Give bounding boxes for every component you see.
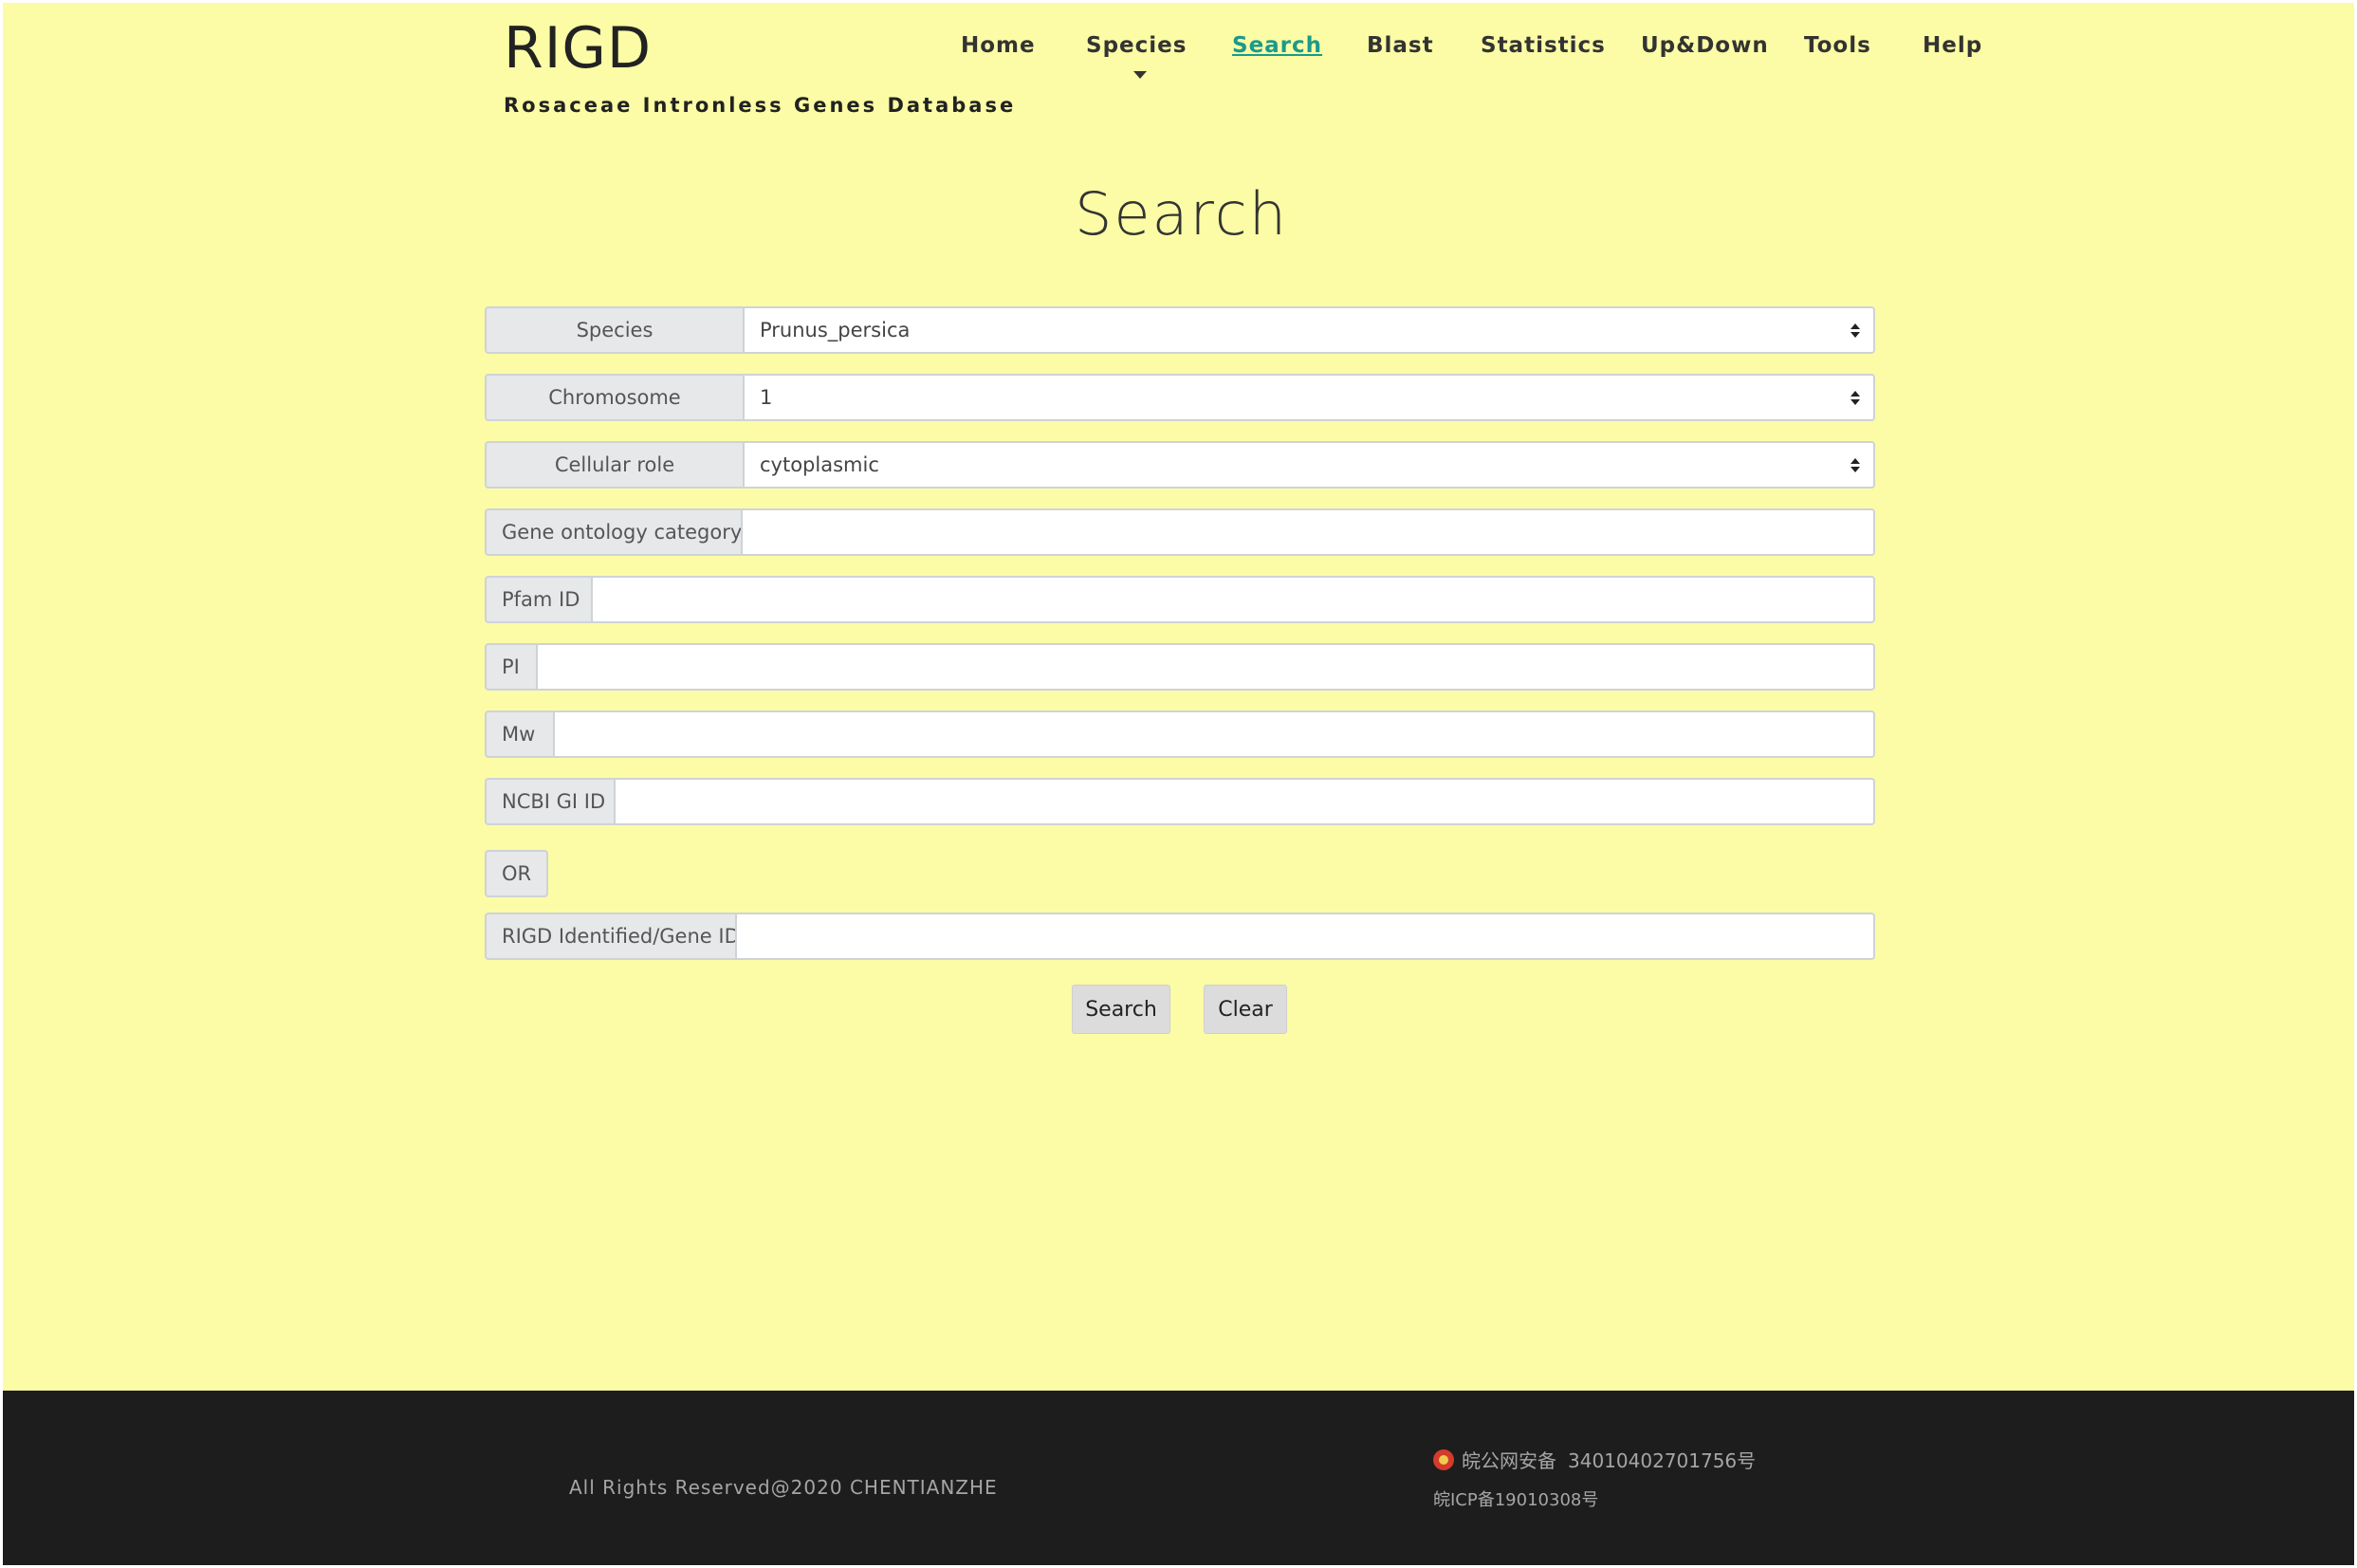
or-separator: OR: [485, 850, 549, 897]
pi-label: PI: [485, 643, 536, 691]
chromosome-row: Chromosome 1: [485, 374, 1875, 421]
pfam-id-field[interactable]: [591, 576, 1875, 623]
ncbi-gi-id-input[interactable]: [631, 780, 1873, 823]
rigd-gene-id-input[interactable]: [752, 914, 1873, 958]
ncbi-gi-id-row: NCBI GI ID: [485, 778, 1875, 825]
pi-field[interactable]: [536, 643, 1875, 691]
go-category-label: Gene ontology category: [485, 508, 742, 556]
search-button[interactable]: Search: [1072, 985, 1170, 1034]
nav-tools[interactable]: Tools: [1804, 33, 1871, 58]
species-select[interactable]: Prunus_persica: [743, 306, 1875, 354]
pfam-id-label: Pfam ID: [485, 576, 591, 623]
cellular-role-selected-value: cytoplasmic: [760, 453, 879, 476]
footer: All Rights Reserved@2020 CHENTIANZHE 皖公网…: [3, 1391, 2354, 1565]
logo-subtitle: Rosaceae Intronless Genes Database: [504, 94, 1017, 117]
species-label: Species: [485, 306, 743, 354]
go-category-input[interactable]: [758, 510, 1873, 554]
pi-row: PI: [485, 643, 1875, 691]
species-selected-value: Prunus_persica: [760, 319, 911, 341]
ncbi-gi-id-field[interactable]: [614, 778, 1875, 825]
ncbi-gi-id-label: NCBI GI ID: [485, 778, 614, 825]
rigd-gene-id-field[interactable]: [735, 913, 1875, 960]
rigd-gene-id-label: RIGD Identified/Gene ID: [485, 913, 740, 960]
beian-number: 34010402701756号: [1568, 1449, 1757, 1472]
public-security-record[interactable]: 皖公网安备 34010402701756号: [1433, 1446, 1756, 1473]
mw-field[interactable]: [553, 710, 1875, 758]
beian-label: 皖公网安备: [1462, 1449, 1556, 1472]
chromosome-selected-value: 1: [760, 386, 773, 409]
chevron-down-icon: [1133, 71, 1147, 79]
page-background: RIGD Rosaceae Intronless Genes Database …: [3, 3, 2354, 1391]
nav-home[interactable]: Home: [961, 33, 1036, 58]
nav-species[interactable]: Species: [1086, 33, 1188, 79]
select-arrows-icon: [1851, 390, 1860, 409]
pi-input[interactable]: [553, 645, 1873, 689]
cellular-role-label: Cellular role: [485, 441, 743, 489]
page-title: Search: [1074, 179, 1288, 249]
go-category-row: Gene ontology category: [485, 508, 1875, 556]
copyright-text: All Rights Reserved@2020 CHENTIANZHE: [569, 1476, 998, 1499]
select-arrows-icon: [1851, 457, 1860, 476]
pfam-id-row: Pfam ID: [485, 576, 1875, 623]
beian-block: 皖公网安备 34010402701756号 皖ICP备19010308号: [1433, 1446, 1756, 1511]
nav-blast[interactable]: Blast: [1367, 33, 1434, 58]
cellular-role-select[interactable]: cytoplasmic: [743, 441, 1875, 489]
select-arrows-icon: [1851, 323, 1860, 341]
species-row: Species Prunus_persica: [485, 306, 1875, 354]
icp-record[interactable]: 皖ICP备19010308号: [1433, 1486, 1756, 1511]
clear-button[interactable]: Clear: [1204, 985, 1287, 1034]
police-badge-icon: [1433, 1448, 1454, 1470]
nav-search[interactable]: Search: [1232, 33, 1322, 58]
mw-label: Mw: [485, 710, 553, 758]
chromosome-label: Chromosome: [485, 374, 743, 421]
mw-input[interactable]: [570, 712, 1873, 756]
pfam-id-input[interactable]: [608, 578, 1873, 621]
mw-row: Mw: [485, 710, 1875, 758]
go-category-field[interactable]: [741, 508, 1875, 556]
nav-updown[interactable]: Up&Down: [1641, 33, 1769, 58]
cellular-role-row: Cellular role cytoplasmic: [485, 441, 1875, 489]
nav-help[interactable]: Help: [1923, 33, 1982, 58]
nav-species-label: Species: [1086, 33, 1188, 58]
chromosome-select[interactable]: 1: [743, 374, 1875, 421]
main-nav: Home Species Search Blast Statistics Up&…: [3, 33, 2357, 90]
nav-statistics[interactable]: Statistics: [1481, 33, 1606, 58]
rigd-gene-id-row: RIGD Identified/Gene ID: [485, 913, 1875, 960]
